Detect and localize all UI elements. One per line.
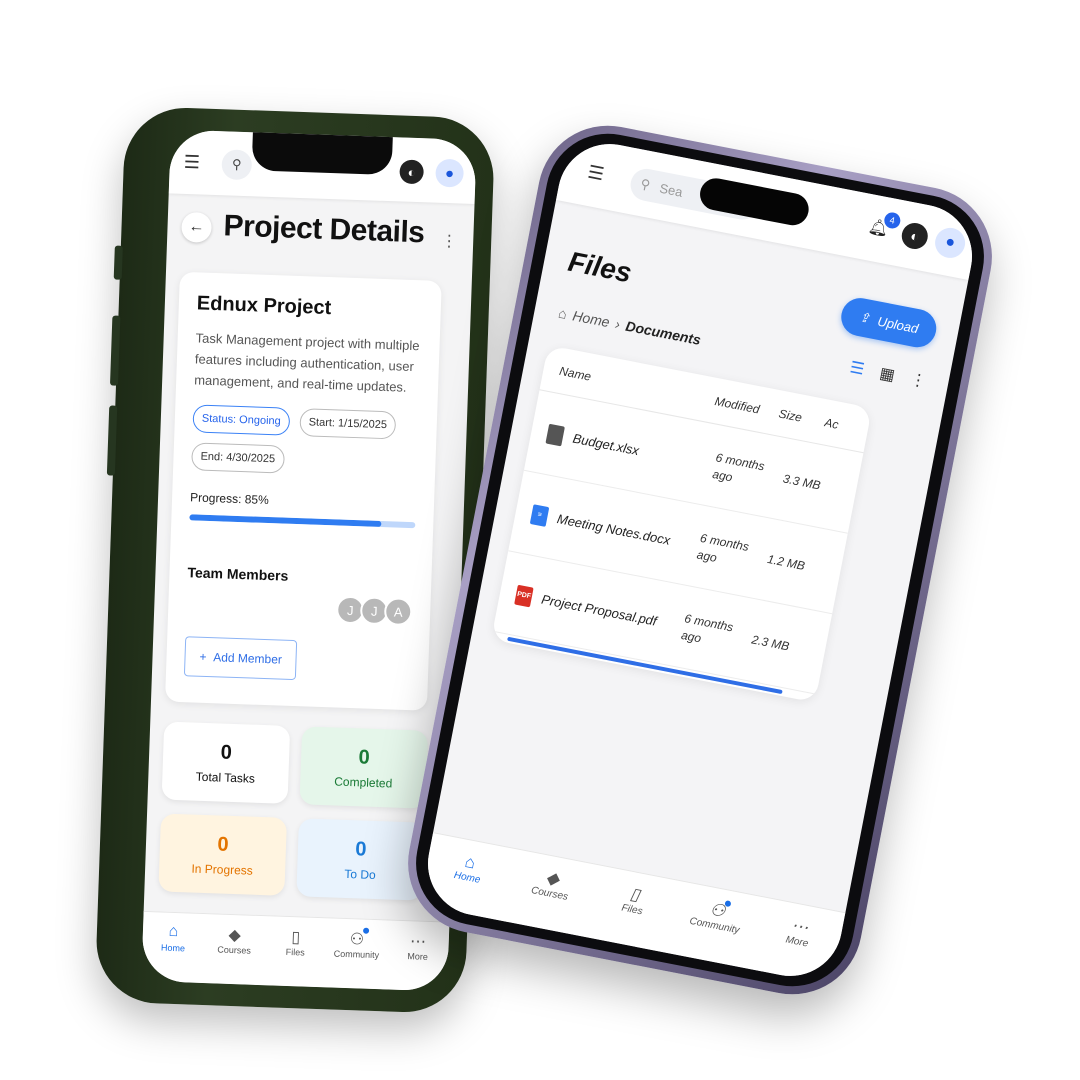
start-date-chip: Start: 1/15/2025 <box>299 408 397 440</box>
page-title: Files <box>565 245 635 289</box>
people-icon: ⚇ <box>349 931 365 949</box>
book-icon: ▯ <box>291 929 301 947</box>
project-card: Ednux Project Task Management project wi… <box>164 271 442 711</box>
project-description: Task Management project with multiple fe… <box>193 330 420 395</box>
page-header: ← Project Details ⋮ <box>180 208 462 268</box>
search-placeholder: Sea <box>658 180 685 200</box>
mute-switch <box>113 245 123 280</box>
add-member-label: Add Member <box>213 650 283 667</box>
more-vertical-icon[interactable]: ⋮ <box>909 369 929 392</box>
team-members-label: Team Members <box>187 564 289 584</box>
nav-item-more[interactable]: ⋯ More <box>763 912 830 983</box>
stat-value: 0 <box>220 741 233 764</box>
stat-value: 0 <box>217 833 229 856</box>
upload-label: Upload <box>876 313 920 336</box>
upload-file-icon: ⇪ <box>857 309 872 326</box>
file-name: Project Proposal.pdf <box>540 591 659 629</box>
mockup-stage: ☰ ⚲ ◐ ● ← Project Details ⋮ Ednux Projec… <box>0 0 1080 1080</box>
stat-label: In Progress <box>191 861 254 878</box>
pdf-file-icon: PDF <box>514 584 534 607</box>
stat-completed[interactable]: 0 Completed <box>299 726 429 809</box>
view-toggles: ☰ ▦ ⋮ <box>848 357 928 391</box>
nav-item-files[interactable]: ▯ Files <box>266 926 324 987</box>
files-table: Name Modified Size Ac Budget.xlsx 6 mont… <box>490 345 873 703</box>
stat-total-tasks[interactable]: 0 Total Tasks <box>161 721 291 804</box>
plus-icon: + <box>199 649 207 664</box>
status-chip: Status: Ongoing <box>192 404 291 436</box>
project-name: Ednux Project <box>196 292 332 320</box>
progress-bar <box>189 514 416 529</box>
nav-item-more[interactable]: ⋯ More <box>388 931 446 992</box>
breadcrumb: ⌂ Home › Documents <box>557 305 702 348</box>
file-size: 1.2 MB <box>766 551 807 573</box>
file-size: 3.3 MB <box>781 471 822 493</box>
nav-label: More <box>407 951 428 962</box>
home-icon: ⌂ <box>557 304 569 322</box>
notch <box>251 130 393 176</box>
task-stats: 0 Total Tasks 0 Completed 0 In Progress … <box>158 721 429 901</box>
progress-bar-fill <box>189 514 382 527</box>
spreadsheet-file-icon <box>545 423 566 446</box>
nav-item-courses[interactable]: ◆ Courses <box>515 864 582 935</box>
nav-item-courses[interactable]: ◆ Courses <box>205 924 263 985</box>
nav-item-community[interactable]: ⚇ Community <box>327 927 385 989</box>
stat-in-progress[interactable]: 0 In Progress <box>158 813 287 896</box>
progress-label: Progress: 85% <box>189 490 270 508</box>
project-chips: Status: Ongoing Start: 1/15/2025 End: 4/… <box>191 404 419 478</box>
breadcrumb-separator: › <box>613 315 622 333</box>
stat-value: 0 <box>354 838 367 861</box>
bottom-navigation: ⌂ Home ◆ Courses ▯ Files ⚇ Community ⋯ M… <box>141 910 450 992</box>
file-name: Meeting Notes.docx <box>555 511 672 548</box>
stat-label: Completed <box>334 774 393 791</box>
file-modified: 6 months ago <box>711 449 766 485</box>
nav-item-files[interactable]: ▯ Files <box>598 880 665 951</box>
notification-bell-icon[interactable]: 🔔︎ 4 <box>867 211 902 240</box>
team-member-avatar[interactable]: A <box>383 597 413 627</box>
breadcrumb-current: Documents <box>624 317 703 348</box>
theme-toggle-icon[interactable]: ◐ <box>399 159 425 185</box>
back-arrow-icon[interactable]: ← <box>181 211 213 243</box>
more-icon: ⋯ <box>409 933 427 951</box>
menu-icon[interactable]: ☰ <box>183 152 200 174</box>
nav-label: Community <box>333 948 380 961</box>
right-phone-screen: ☰ ⚲ Sea 🔔︎ 4 ◐ ● Files ⇪ Upload ⌂ Home › … <box>419 135 981 985</box>
column-header-actions: Ac <box>823 414 840 432</box>
home-icon: ⌂ <box>168 922 179 941</box>
user-avatar-icon[interactable]: ● <box>435 158 465 188</box>
grid-view-icon[interactable]: ▦ <box>878 363 897 386</box>
search-icon: ⚲ <box>639 175 652 193</box>
add-member-button[interactable]: + Add Member <box>183 636 298 681</box>
list-view-icon[interactable]: ☰ <box>848 357 866 379</box>
column-header-modified[interactable]: Modified <box>714 394 781 420</box>
team-avatars: JJA <box>186 590 413 627</box>
column-header-size[interactable]: Size <box>778 406 826 429</box>
graduation-cap-icon: ◆ <box>228 926 242 945</box>
file-name: Budget.xlsx <box>571 430 641 459</box>
file-size: 2.3 MB <box>750 632 791 654</box>
stat-label: Total Tasks <box>195 769 256 786</box>
breadcrumb-home[interactable]: Home <box>571 307 611 330</box>
search-icon[interactable]: ⚲ <box>221 149 253 181</box>
file-modified: 6 months ago <box>680 610 735 646</box>
notification-badge: 4 <box>882 211 902 230</box>
more-vertical-icon[interactable]: ⋮ <box>441 231 458 252</box>
nav-item-community[interactable]: ⚇ Community <box>680 896 747 967</box>
document-file-icon: ≡ <box>529 503 550 527</box>
nav-label: Files <box>285 946 305 958</box>
nav-label: Courses <box>217 944 252 956</box>
user-avatar-icon[interactable]: ● <box>932 225 968 261</box>
end-date-chip: End: 4/30/2025 <box>191 442 285 474</box>
page-title: Project Details <box>223 209 425 250</box>
stat-value: 0 <box>358 746 371 769</box>
nav-label: Home <box>160 942 186 954</box>
upload-button[interactable]: ⇪ Upload <box>838 294 940 351</box>
menu-icon[interactable]: ☰ <box>586 162 606 186</box>
nav-item-home[interactable]: ⌂ Home <box>433 848 500 919</box>
file-modified: 6 months ago <box>695 530 751 565</box>
theme-toggle-icon[interactable]: ◐ <box>899 220 931 252</box>
nav-item-home[interactable]: ⌂ Home <box>144 922 202 983</box>
